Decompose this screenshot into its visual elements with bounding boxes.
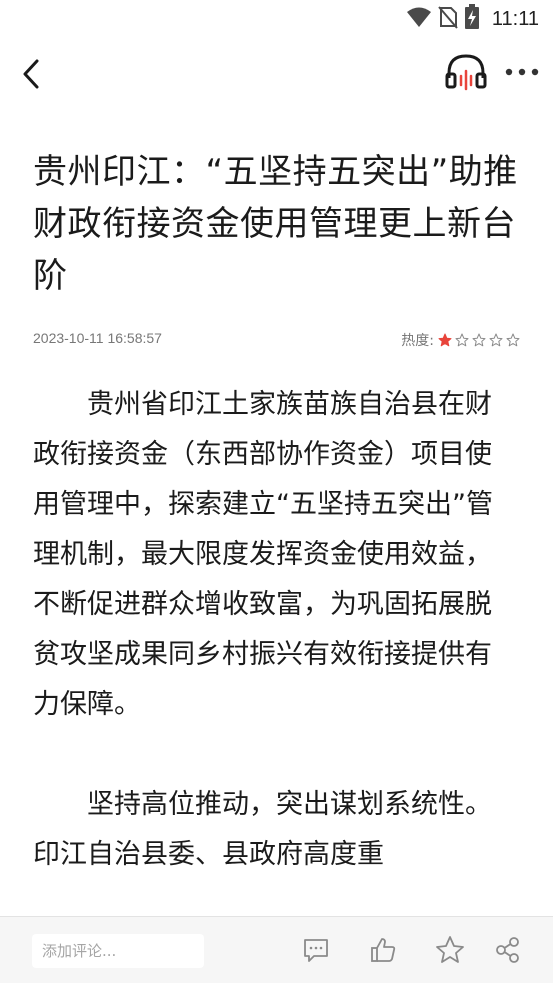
- heat-stars: [438, 333, 520, 347]
- heat-star-empty-icon: [506, 333, 520, 347]
- back-button[interactable]: [14, 56, 48, 92]
- heat-star-empty-icon: [489, 333, 503, 347]
- comment-icon: [304, 939, 328, 962]
- no-sim-icon: [438, 5, 458, 33]
- publish-date: 2023-10-11 16:58:57: [33, 330, 162, 346]
- comment-input[interactable]: [32, 934, 204, 968]
- heat-star-empty-icon: [472, 333, 486, 347]
- more-dots-icon: [505, 68, 539, 76]
- headphones-icon: [445, 54, 487, 91]
- favorite-button[interactable]: [433, 933, 467, 967]
- listen-audio-button[interactable]: [443, 52, 489, 92]
- like-button[interactable]: [366, 933, 400, 967]
- favorite-star-icon: [436, 936, 464, 963]
- share-button[interactable]: [491, 933, 525, 967]
- heat-rating: 热度:: [401, 328, 520, 352]
- article-body: 贵州省印江土家族苗族自治县在财政衔接资金（东西部协作资金）项目使用管理中，探索建…: [33, 380, 511, 880]
- article-title: 贵州印江：“五坚持五突出”助推财政衔接资金使用管理更上新台阶: [33, 152, 518, 296]
- top-navigation-bar: [0, 38, 553, 110]
- article-paragraph: 坚持高位推动，突出谋划系统性。印江自治县委、县政府高度重: [33, 789, 492, 870]
- heat-star-filled-icon: [438, 333, 452, 347]
- share-icon: [496, 937, 519, 963]
- comment-button[interactable]: [299, 933, 333, 967]
- heat-label: 热度:: [401, 333, 434, 349]
- chevron-left-icon: [23, 59, 39, 89]
- status-time: 11:11: [491, 7, 539, 30]
- wifi-icon: [406, 6, 432, 32]
- article-paragraph: 贵州省印江土家族苗族自治县在财政衔接资金（东西部协作资金）项目使用管理中，探索建…: [33, 389, 493, 720]
- article-meta: 2023-10-11 16:58:57 热度:: [33, 328, 523, 352]
- status-bar: 11:11: [0, 0, 553, 38]
- heat-star-empty-icon: [455, 333, 469, 347]
- like-icon: [371, 938, 396, 962]
- bottom-action-bar: [0, 916, 553, 983]
- status-icons: 11:11: [406, 4, 539, 34]
- more-options-button[interactable]: [500, 56, 544, 88]
- battery-charging-icon: [464, 4, 480, 34]
